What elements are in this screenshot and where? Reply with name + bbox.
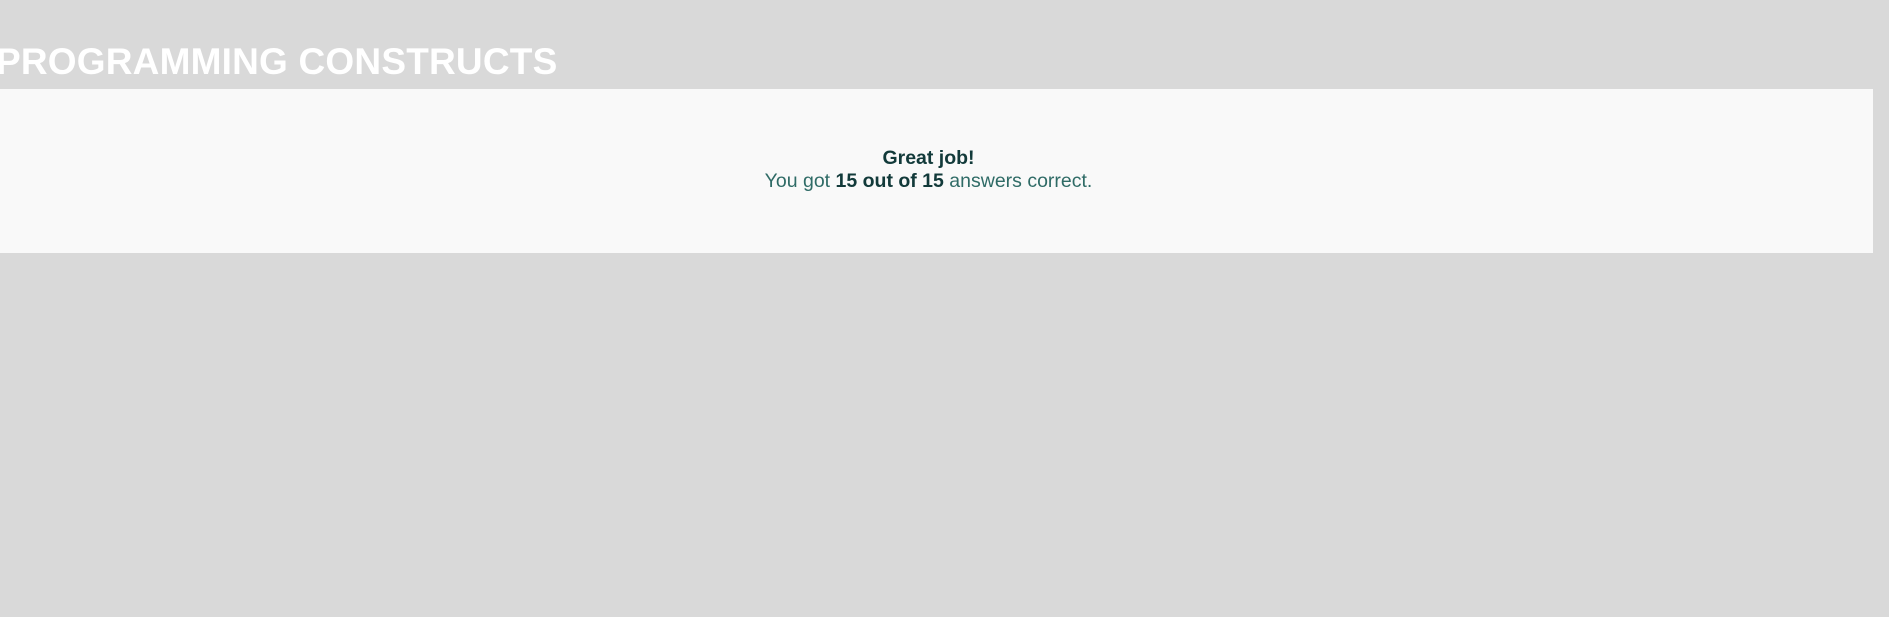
result-score: 15 out of 15 (835, 170, 944, 192)
quiz-result-message: Great job! You got 15 out of 15 answers … (0, 147, 1857, 193)
page-title: PROGRAMMING CONSTRUCTS (0, 41, 558, 82)
quiz-result-panel: Great job! You got 15 out of 15 answers … (0, 89, 1873, 253)
result-headline: Great job! (882, 147, 975, 169)
result-suffix: answers correct. (949, 170, 1093, 192)
result-prefix: You got (764, 170, 831, 192)
